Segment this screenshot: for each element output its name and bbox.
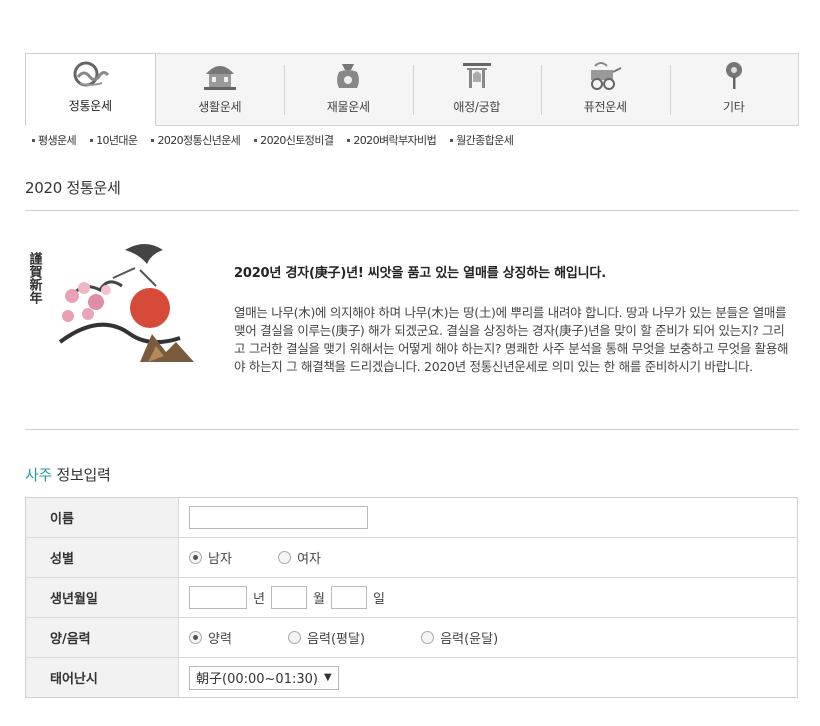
sub-menu-item[interactable]: 월간종합운세: [450, 132, 514, 148]
name-input[interactable]: [189, 506, 368, 529]
calendar-lunar-normal-radio[interactable]: 음력(평달): [288, 628, 365, 647]
radio-label: 양력: [208, 632, 232, 647]
sub-menu-item[interactable]: 2020정통신년운세: [151, 132, 240, 148]
saju-info-form: 이름 성별 남자 여자 생년월일 년 월 일 양/음력 양력 음력(평달) 음력(윤…: [25, 497, 798, 698]
gender-male-radio[interactable]: 남자: [189, 548, 232, 567]
tab-label: 재물운세: [326, 100, 370, 114]
tab-label: 기타: [723, 100, 745, 114]
calendar-lunar-leap-radio[interactable]: 음력(윤달): [421, 628, 498, 647]
birth-time-select[interactable]: 朝子(00:00~01:30) ▼: [189, 665, 339, 690]
shrine-gate-icon: [462, 63, 491, 88]
tab-jeongtong[interactable]: 정통운세: [25, 53, 156, 126]
field-label: 양/음력: [25, 617, 179, 658]
new-year-illustration: 謹賀新年: [30, 244, 194, 362]
divider: [25, 210, 799, 211]
tab-label: 애정/궁합: [453, 100, 501, 114]
radio-label: 음력(평달): [307, 632, 366, 647]
intro-heading: 2020년 경자(庚子)년! 씨앗을 품고 있는 열매를 상징하는 해입니다.: [234, 266, 606, 281]
field-label: 태어난시: [25, 657, 179, 698]
select-value: 朝子(00:00~01:30): [196, 672, 318, 687]
radio-dot: [189, 631, 202, 644]
field-label: 성별: [25, 537, 179, 578]
calendar-solar-radio[interactable]: 양력: [189, 628, 232, 647]
form-title: 사주 정보입력: [25, 464, 111, 485]
sub-menu-item[interactable]: 10년대운: [90, 132, 138, 148]
tab-jaemul[interactable]: 재물운세: [284, 54, 413, 125]
gender-female-radio[interactable]: 여자: [278, 548, 321, 567]
radio-dot: [421, 631, 435, 644]
form-row-calendar: 양/음력 양력 음력(평달) 음력(윤달): [25, 617, 798, 658]
field-label: 이름: [25, 497, 179, 538]
pin-icon: [725, 62, 742, 89]
illustration-caption: 謹賀新年: [30, 251, 43, 305]
main-category-tabs: 정통운세 생활운세 재물운세 애정/궁합 퓨전운세 기타: [25, 53, 799, 126]
tab-gita[interactable]: 기타: [669, 54, 799, 125]
form-title-rest: 정보입력: [52, 466, 111, 484]
tab-fusion[interactable]: 퓨전운세: [541, 54, 670, 125]
intro-description: 열매는 나무(木)에 의지해야 하며 나무(木)는 땅(土)에 뿌리를 내려야 …: [234, 305, 789, 374]
form-row-name: 이름: [25, 497, 798, 538]
day-unit: 일: [372, 592, 385, 607]
field-label: 생년월일: [25, 577, 179, 618]
tab-saenghwal[interactable]: 생활운세: [156, 54, 285, 125]
radio-label: 여자: [297, 552, 321, 567]
money-pouch-icon: [337, 64, 360, 88]
radio-dot: [288, 631, 302, 644]
sub-menu: 평생운세 10년대운 2020정통신년운세 2020신토정비결 2020벼락부자…: [32, 132, 527, 148]
chevron-down-icon: ▼: [323, 672, 332, 683]
tab-label: 생활운세: [198, 100, 242, 114]
tab-label: 정통운세: [68, 99, 112, 113]
cloud-icon: [73, 61, 110, 87]
form-title-accent: 사주: [25, 466, 53, 484]
birth-year-input[interactable]: [189, 586, 247, 609]
sub-menu-item[interactable]: 2020벼락부자비법: [347, 132, 436, 148]
radio-dot: [278, 551, 292, 564]
form-row-birthtime: 태어난시 朝子(00:00~01:30) ▼: [25, 657, 798, 698]
page-title: 2020 정통운세: [25, 179, 121, 197]
birth-month-input[interactable]: [270, 586, 307, 609]
form-row-gender: 성별 남자 여자: [25, 537, 798, 578]
radio-dot: [189, 551, 202, 564]
birth-day-input[interactable]: [330, 586, 367, 609]
radio-label: 음력(윤달): [440, 632, 499, 647]
form-row-birthdate: 생년월일 년 월 일: [25, 577, 798, 618]
house-icon: [203, 66, 236, 90]
divider: [25, 429, 799, 430]
month-unit: 월: [312, 592, 325, 607]
sub-menu-item[interactable]: 평생운세: [32, 132, 77, 148]
cart-icon: [591, 62, 622, 90]
sub-menu-item[interactable]: 2020신토정비결: [254, 132, 334, 148]
tab-aejeong[interactable]: 애정/궁합: [412, 54, 542, 125]
year-unit: 년: [253, 592, 265, 607]
radio-label: 남자: [208, 552, 232, 567]
tab-label: 퓨전운세: [583, 100, 627, 114]
